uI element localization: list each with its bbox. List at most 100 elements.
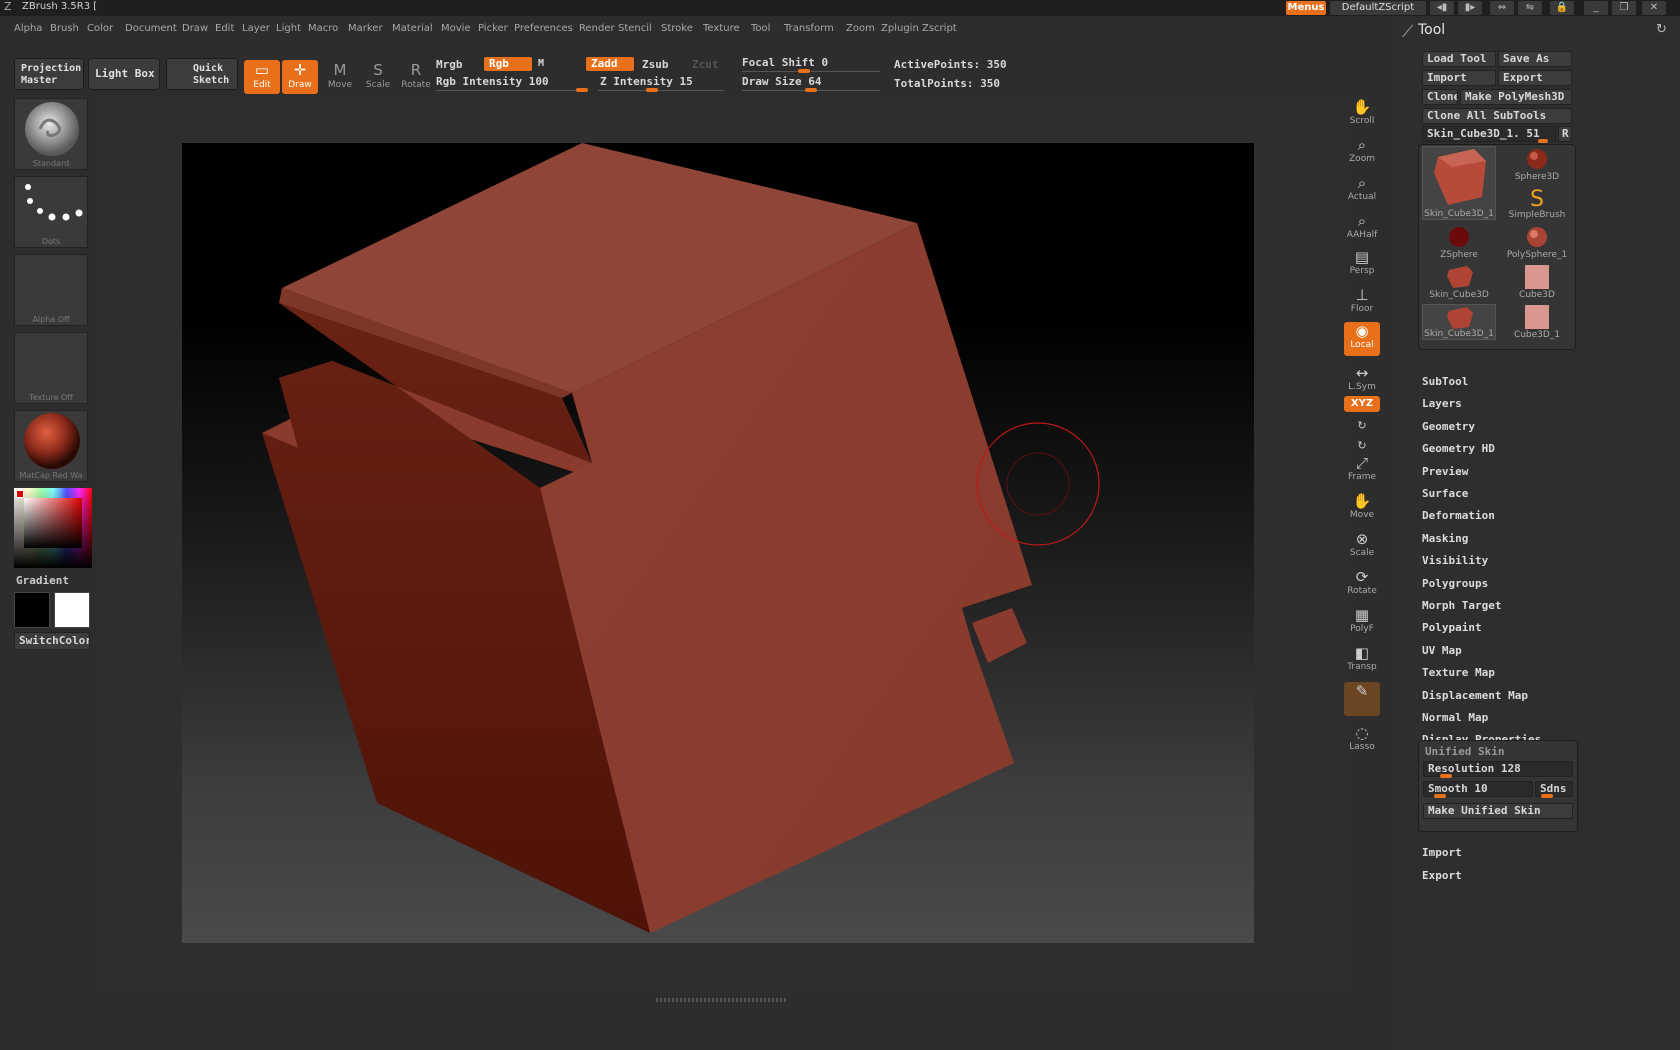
- mode-scale-button[interactable]: S Scale: [360, 60, 396, 94]
- rgb-intensity-slider-label[interactable]: Rgb Intensity 100: [436, 75, 549, 88]
- mode-draw-button[interactable]: ✛ Draw: [282, 60, 318, 94]
- clone-button[interactable]: Clone: [1422, 89, 1458, 105]
- material-selector[interactable]: MatCap Red Wa: [14, 410, 88, 482]
- section-surface[interactable]: Surface: [1422, 487, 1468, 500]
- section-texture-map[interactable]: Texture Map: [1422, 666, 1495, 679]
- resolution-knob[interactable]: [1439, 774, 1452, 778]
- tool-thumb-skin_cube3d[interactable]: Skin_Cube3D: [1422, 264, 1496, 300]
- view-scroll-button[interactable]: ✋ Scroll: [1344, 98, 1380, 132]
- focal-shift-slider[interactable]: [742, 71, 880, 72]
- tool-thumb-simplebrush[interactable]: S SimpleBrush: [1500, 184, 1574, 220]
- rotation-axis-1-button[interactable]: ↻: [1344, 418, 1380, 434]
- switch-color-button[interactable]: SwitchColor: [14, 632, 90, 650]
- color-picker[interactable]: [14, 488, 92, 568]
- gradient-label[interactable]: Gradient: [16, 574, 69, 587]
- default-zscript-button[interactable]: DefaultZScript: [1330, 1, 1426, 15]
- section-visibility[interactable]: Visibility: [1422, 554, 1488, 567]
- menu-zoom[interactable]: Zoom: [846, 23, 875, 34]
- view-lsym-button[interactable]: ↔ L.Sym: [1344, 364, 1380, 398]
- section-masking[interactable]: Masking: [1422, 532, 1468, 545]
- save-as-button[interactable]: Save As: [1498, 51, 1572, 67]
- menu-texture[interactable]: Texture: [703, 23, 740, 34]
- mode-edit-button[interactable]: ▭ Edit: [244, 60, 280, 94]
- sdns-knob[interactable]: [1541, 794, 1553, 798]
- mode-move-button[interactable]: M Move: [322, 60, 358, 94]
- make-unified-skin-button[interactable]: Make Unified Skin: [1423, 803, 1573, 819]
- section-normal-map[interactable]: Normal Map: [1422, 711, 1488, 724]
- menu-stencil[interactable]: Stencil: [618, 23, 652, 34]
- section-preview[interactable]: Preview: [1422, 465, 1468, 478]
- section-subtool[interactable]: SubTool: [1422, 375, 1468, 388]
- tool-thumb-skin_cube3d_1[interactable]: Skin_Cube3D_1: [1422, 146, 1496, 220]
- menu-alpha[interactable]: Alpha: [14, 23, 42, 34]
- focal-shift-knob[interactable]: [798, 69, 811, 73]
- menu-edit[interactable]: Edit: [215, 23, 234, 34]
- alpha-selector[interactable]: Alpha Off: [14, 254, 88, 326]
- texture-selector[interactable]: Texture Off: [14, 332, 88, 404]
- current-tool-knob[interactable]: [1538, 139, 1548, 143]
- section-geometry-hd[interactable]: Geometry HD: [1422, 442, 1495, 455]
- menu-tool[interactable]: Tool: [751, 23, 770, 34]
- menu-marker[interactable]: Marker: [348, 23, 383, 34]
- tray-left-icon[interactable]: ◂▮: [1430, 1, 1454, 15]
- zsub-button[interactable]: Zsub: [642, 58, 669, 71]
- section-uv-map[interactable]: UV Map: [1422, 644, 1462, 657]
- section-displacement-map[interactable]: Displacement Map: [1422, 689, 1528, 702]
- focal-shift-slider-label[interactable]: Focal Shift 0: [742, 56, 828, 69]
- menu-zplugin[interactable]: Zplugin: [881, 23, 919, 34]
- menu-preferences[interactable]: Preferences: [514, 23, 573, 34]
- view-frame-button[interactable]: ⤢ Frame: [1344, 454, 1380, 488]
- section-layers[interactable]: Layers: [1422, 397, 1462, 410]
- make-polymesh-button[interactable]: Make PolyMesh3D: [1460, 89, 1572, 105]
- view-actual-button[interactable]: ⌕ Actual: [1344, 174, 1380, 208]
- section-polypaint[interactable]: Polypaint: [1422, 621, 1482, 634]
- export-section[interactable]: Export: [1422, 869, 1462, 882]
- tool-thumb-cube3d_1[interactable]: Cube3D_1: [1500, 304, 1574, 340]
- section-polygroups[interactable]: Polygroups: [1422, 577, 1488, 590]
- refresh-icon[interactable]: ↻: [1656, 22, 1667, 37]
- stroke-selector[interactable]: Dots: [14, 176, 88, 248]
- color-square[interactable]: [24, 498, 82, 548]
- tool-pin-icon[interactable]: ⟋: [1402, 22, 1413, 42]
- section-deformation[interactable]: Deformation: [1422, 509, 1495, 522]
- rgb-button[interactable]: Rgb: [484, 57, 532, 71]
- menu-render[interactable]: Render: [579, 23, 615, 34]
- import-section[interactable]: Import: [1422, 846, 1462, 859]
- menu-zscript[interactable]: Zscript: [922, 23, 957, 34]
- menu-layer[interactable]: Layer: [242, 23, 270, 34]
- restore-icon[interactable]: ❐: [1612, 1, 1636, 15]
- menu-brush[interactable]: Brush: [50, 23, 79, 34]
- tray-right-icon[interactable]: ▮▸: [1458, 1, 1482, 15]
- lock-icon[interactable]: 🔒: [1550, 1, 1574, 15]
- layout-alt-icon[interactable]: ⇋: [1518, 1, 1542, 15]
- view-scale-button[interactable]: ⊗ Scale: [1344, 530, 1380, 564]
- rgb-intensity-slider[interactable]: [436, 90, 582, 91]
- rotation-axis-2-button[interactable]: ↻: [1344, 438, 1380, 454]
- export-tool-button[interactable]: Export: [1498, 70, 1572, 86]
- tool-thumb-cube3d[interactable]: Cube3D: [1500, 264, 1574, 300]
- tool-thumb-polysphere_1[interactable]: PolySphere_1: [1500, 224, 1574, 260]
- menus-button[interactable]: Menus: [1286, 1, 1326, 15]
- menu-macro[interactable]: Macro: [308, 23, 338, 34]
- layout-icon[interactable]: ⇔: [1490, 1, 1514, 15]
- rgb-intensity-knob[interactable]: [576, 88, 588, 92]
- draw-size-slider-label[interactable]: Draw Size 64: [742, 75, 821, 88]
- view-rotate-button[interactable]: ⟳ Rotate: [1344, 568, 1380, 602]
- menu-color[interactable]: Color: [87, 23, 113, 34]
- r-button[interactable]: R: [1558, 126, 1572, 142]
- smooth-knob[interactable]: [1434, 794, 1446, 798]
- draw-size-knob[interactable]: [805, 88, 817, 92]
- tool-thumb-skin_cube3d_1[interactable]: Skin_Cube3D_1: [1422, 304, 1496, 340]
- view-local-button[interactable]: ◉ Local: [1344, 322, 1380, 356]
- menu-draw[interactable]: Draw: [182, 23, 208, 34]
- view-transp-button[interactable]: ◧ Transp: [1344, 644, 1380, 678]
- menu-material[interactable]: Material: [392, 23, 433, 34]
- menu-document[interactable]: Document: [125, 23, 177, 34]
- quick-sketch-button[interactable]: Quick Sketch: [166, 58, 238, 90]
- brush-selector[interactable]: Standard: [14, 98, 88, 170]
- close-icon[interactable]: ✕: [1642, 1, 1666, 15]
- menu-movie[interactable]: Movie: [441, 23, 471, 34]
- current-tool-slider[interactable]: Skin_Cube3D_1. 51: [1422, 126, 1556, 142]
- tool-thumb-sphere3d[interactable]: Sphere3D: [1500, 146, 1574, 182]
- mode-rotate-button[interactable]: R Rotate: [398, 60, 434, 94]
